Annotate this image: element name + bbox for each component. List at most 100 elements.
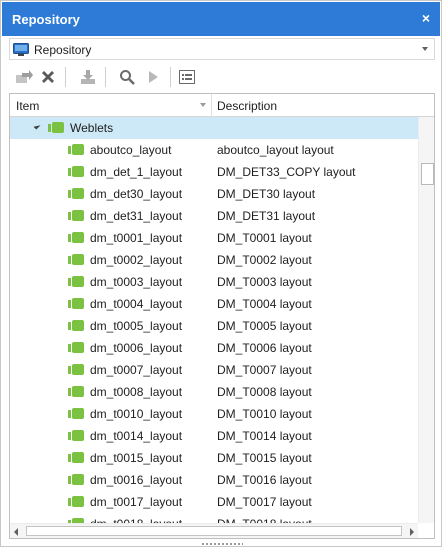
run-icon[interactable]: [142, 66, 164, 88]
tree-row[interactable]: dm_t0017_layout DM_T0017 layout: [10, 491, 418, 513]
tree-row-item-name: aboutco_layout: [90, 143, 172, 157]
weblet-icon: [68, 408, 84, 419]
tree-row-description: DM_DET33_COPY layout: [217, 165, 356, 179]
tree-rows: Weblets aboutco_layout aboutco_layout lay…: [10, 117, 418, 523]
tree-row-description: DM_T0006 layout: [217, 341, 312, 355]
tree-group-weblets[interactable]: Weblets: [10, 117, 418, 139]
weblet-icon: [68, 298, 84, 309]
tree-row-item-name: dm_t0016_layout: [90, 473, 183, 487]
horizontal-scroll-thumb[interactable]: [26, 526, 402, 536]
chevron-down-icon[interactable]: [422, 47, 428, 51]
tree-row-item-name: dm_t0003_layout: [90, 275, 183, 289]
tree-row-description: DM_DET30 layout: [217, 187, 316, 201]
tree-row[interactable]: dm_det31_layout DM_DET31 layout: [10, 205, 418, 227]
tree-row[interactable]: dm_t0008_layout DM_T0008 layout: [10, 381, 418, 403]
tree-row-item-name: dm_det30_layout: [90, 187, 183, 201]
tree-row-item-name: dm_t0006_layout: [90, 341, 183, 355]
weblet-icon: [68, 166, 84, 177]
column-header-item[interactable]: Item: [16, 99, 39, 113]
tree-row-item-name: dm_t0007_layout: [90, 363, 183, 377]
weblet-icon: [68, 276, 84, 287]
tree-row[interactable]: dm_t0015_layout DM_T0015 layout: [10, 447, 418, 469]
tree-row-item-name: dm_t0008_layout: [90, 385, 183, 399]
toolbar-separator: [105, 67, 106, 87]
weblet-icon: [68, 320, 84, 331]
search-icon[interactable]: [116, 66, 138, 88]
resize-grip[interactable]: [201, 542, 243, 546]
tree-row-item-name: dm_det31_layout: [90, 209, 183, 223]
weblet-icon: [68, 430, 84, 441]
tree-row-item-name: dm_t0001_layout: [90, 231, 183, 245]
toolbar-separator: [65, 67, 66, 87]
weblet-icon: [68, 496, 84, 507]
tree-row[interactable]: dm_t0016_layout DM_T0016 layout: [10, 469, 418, 491]
tree-row-item-name: dm_t0002_layout: [90, 253, 183, 267]
tree-row-description: DM_T0005 layout: [217, 319, 312, 333]
weblet-folder-icon: [48, 122, 64, 133]
tree-row-item-name: dm_t0004_layout: [90, 297, 183, 311]
tree-row[interactable]: dm_t0003_layout DM_T0003 layout: [10, 271, 418, 293]
tree-row[interactable]: dm_t0014_layout DM_T0014 layout: [10, 425, 418, 447]
tree-row[interactable]: dm_t0018_layoutDM_T0018 layout: [10, 513, 418, 523]
tree-row-item-name: dm_t0005_layout: [90, 319, 183, 333]
vertical-scrollbar[interactable]: [418, 117, 434, 523]
sort-arrow-icon: [200, 103, 206, 107]
properties-icon[interactable]: [176, 66, 198, 88]
weblet-icon: [68, 210, 84, 221]
tree-row-description: DM_T0008 layout: [217, 385, 312, 399]
tree-row-item-name: dm_t0010_layout: [90, 407, 183, 421]
repository-panel: Repository × Repository Item Description…: [0, 0, 442, 547]
weblet-icon: [68, 386, 84, 397]
tree-row[interactable]: aboutco_layout aboutco_layout layout: [10, 139, 418, 161]
tree-row-item-name: dm_t0014_layout: [90, 429, 183, 443]
column-header-description[interactable]: Description: [217, 99, 277, 113]
tree-row[interactable]: dm_t0007_layout DM_T0007 layout: [10, 359, 418, 381]
tree-row[interactable]: dm_t0005_layout DM_T0005 layout: [10, 315, 418, 337]
weblet-icon: [68, 474, 84, 485]
tree-group-label: Weblets: [70, 121, 114, 135]
tree-row-description: DM_T0002 layout: [217, 253, 312, 267]
panel-title-bar: Repository ×: [2, 2, 440, 36]
expand-collapse-icon[interactable]: [33, 122, 41, 130]
tree-row-description: DM_T0010 layout: [217, 407, 312, 421]
tree-row-description: DM_T0003 layout: [217, 275, 312, 289]
tree-row[interactable]: dm_t0004_layout DM_T0004 layout: [10, 293, 418, 315]
export-icon[interactable]: [13, 66, 35, 88]
vertical-scroll-thumb[interactable]: [421, 163, 434, 185]
tree-row-description: DM_T0015 layout: [217, 451, 312, 465]
delete-icon[interactable]: [37, 66, 59, 88]
weblet-icon: [68, 452, 84, 463]
tree-row[interactable]: dm_t0001_layout DM_T0001 layout: [10, 227, 418, 249]
repository-tree-grid: Item Description Weblets aboutco_layout a…: [9, 93, 435, 539]
weblet-icon: [68, 254, 84, 265]
tree-row-description: DM_T0001 layout: [217, 231, 312, 245]
toolbar-separator: [170, 67, 171, 87]
tree-row[interactable]: dm_t0002_layout DM_T0002 layout: [10, 249, 418, 271]
tree-row-item-name: dm_t0015_layout: [90, 451, 183, 465]
tree-row[interactable]: dm_det30_layout DM_DET30 layout: [10, 183, 418, 205]
weblet-icon: [68, 364, 84, 375]
tree-row-description: DM_T0007 layout: [217, 363, 312, 377]
tree-row[interactable]: dm_t0006_layout DM_T0006 layout: [10, 337, 418, 359]
scroll-left-icon[interactable]: [14, 528, 18, 536]
import-icon[interactable]: [77, 66, 99, 88]
scroll-right-icon[interactable]: [410, 528, 414, 536]
weblet-icon: [68, 342, 84, 353]
close-icon[interactable]: ×: [418, 9, 434, 27]
tree-row-item-name: dm_det_1_layout: [90, 165, 183, 179]
repository-selector-value: Repository: [34, 43, 92, 57]
grid-header: Item Description: [10, 94, 434, 117]
column-resize-handle[interactable]: [211, 94, 212, 117]
tree-row-description: DM_T0004 layout: [217, 297, 312, 311]
weblet-icon: [68, 188, 84, 199]
weblet-icon: [68, 232, 84, 243]
tree-row-description: DM_T0014 layout: [217, 429, 312, 443]
tree-row[interactable]: dm_t0010_layout DM_T0010 layout: [10, 403, 418, 425]
horizontal-scrollbar[interactable]: [10, 523, 418, 538]
tree-row-description: DM_T0017 layout: [217, 495, 312, 509]
panel-title: Repository: [12, 12, 80, 27]
tree-row-description: DM_T0016 layout: [217, 473, 312, 487]
tree-row-description: DM_DET31 layout: [217, 209, 316, 223]
tree-row[interactable]: dm_det_1_layout DM_DET33_COPY layout: [10, 161, 418, 183]
repository-selector[interactable]: Repository: [9, 38, 435, 60]
